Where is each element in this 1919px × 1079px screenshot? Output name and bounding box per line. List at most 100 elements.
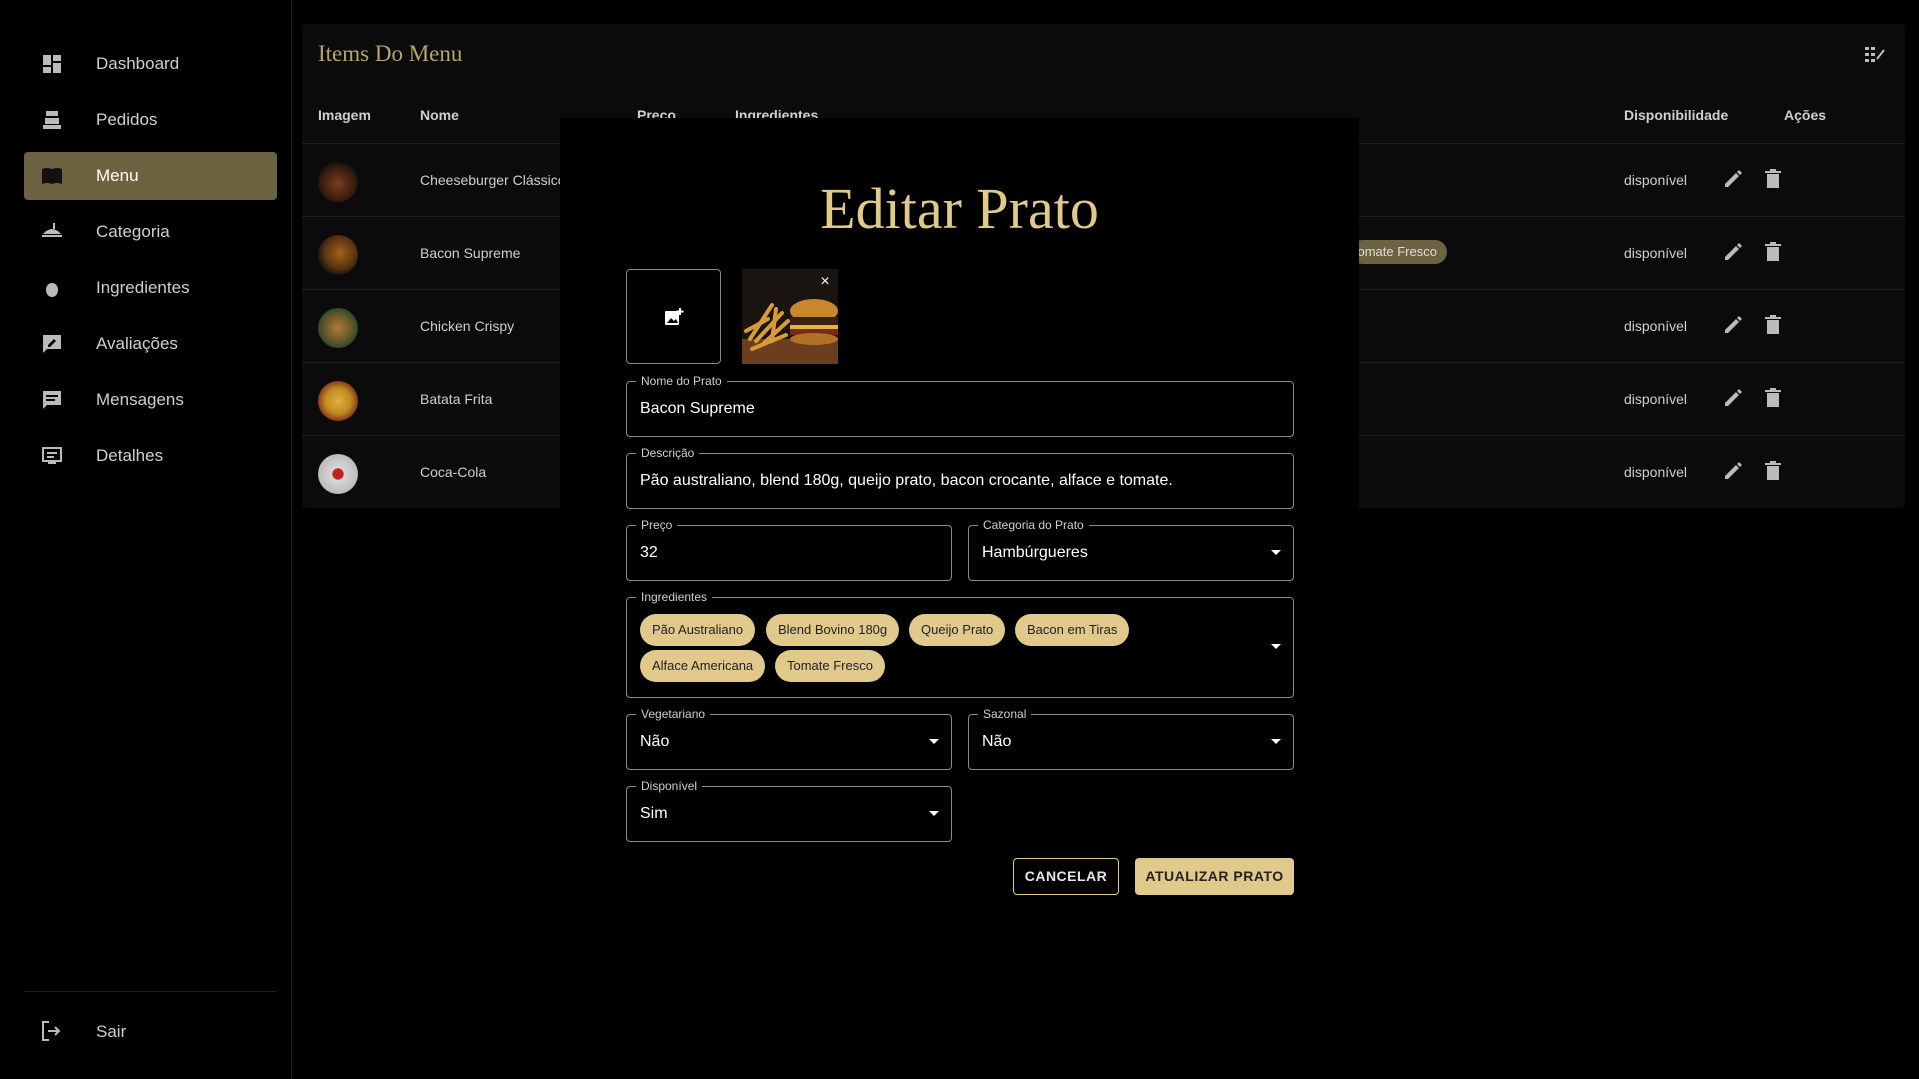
column-header-name[interactable]: Nome <box>420 107 459 123</box>
seasonal-select[interactable]: Sazonal Não <box>968 707 1294 770</box>
sidebar-item-label: Pedidos <box>96 110 158 129</box>
edit-icon[interactable] <box>1722 241 1746 265</box>
sidebar-item-mensagens[interactable]: Mensagens <box>24 376 277 424</box>
category-select[interactable]: Categoria do Prato Hambúrgueres <box>968 518 1294 581</box>
availability-status: disponível <box>1624 318 1688 334</box>
dish-name-field[interactable]: Nome do Prato Bacon Supreme <box>626 374 1294 437</box>
dish-name-label: Nome do Prato <box>636 374 727 388</box>
ingredients-label: Ingredientes <box>636 590 713 604</box>
ingredient-chip[interactable]: Alface Americana <box>640 650 766 682</box>
egg-icon <box>40 276 64 300</box>
dish-name: Chicken Crispy <box>420 318 515 334</box>
available-label: Disponível <box>636 779 703 793</box>
chevron-down-icon <box>1271 739 1281 744</box>
category-value: Hambúrgueres <box>982 544 1088 561</box>
menu-book-icon <box>40 164 64 188</box>
ingredient-chip: Tomate Fresco <box>1351 240 1447 264</box>
sidebar-item-label: Ingredientes <box>96 278 190 297</box>
dish-name: Bacon Supreme <box>420 245 521 261</box>
dish-thumbnail <box>318 162 358 202</box>
edit-icon[interactable] <box>1722 387 1746 411</box>
dialog-title: Editar Prato <box>820 176 1099 241</box>
delete-icon[interactable] <box>1762 314 1786 338</box>
price-label: Preço <box>636 518 678 532</box>
available-select[interactable]: Disponível Sim <box>626 779 952 842</box>
description-value: Pão australiano, blend 180g, queijo prat… <box>640 472 1173 489</box>
cancel-button[interactable]: CANCELAR <box>1013 858 1119 895</box>
edit-icon[interactable] <box>1722 460 1746 484</box>
dashboard-icon <box>40 52 64 76</box>
ingredients-select[interactable]: Ingredientes <box>626 590 1294 698</box>
logout-label: Sair <box>96 1022 127 1041</box>
ingredient-chip[interactable]: Bacon em Tiras <box>1015 614 1130 646</box>
edit-icon[interactable] <box>1722 168 1746 192</box>
availability-status: disponível <box>1624 391 1688 407</box>
sidebar-divider <box>24 991 277 992</box>
edit-icon[interactable] <box>1722 314 1746 338</box>
ingredient-chip[interactable]: Tomate Fresco <box>775 650 885 682</box>
details-icon <box>40 444 64 468</box>
update-dish-button[interactable]: ATUALIZAR PRATO <box>1135 858 1294 895</box>
chevron-down-icon <box>1271 644 1281 649</box>
delete-icon[interactable] <box>1762 387 1786 411</box>
dining-icon <box>40 220 64 244</box>
delete-icon[interactable] <box>1762 241 1786 265</box>
density-icon[interactable] <box>1865 46 1889 70</box>
sidebar-item-pedidos[interactable]: Pedidos <box>24 96 277 144</box>
column-header-actions: Ações <box>1784 107 1827 123</box>
chevron-down-icon <box>1271 550 1281 555</box>
sidebar-item-categoria[interactable]: Categoria <box>24 208 277 256</box>
price-value: 32 <box>640 544 658 561</box>
vegetarian-value: Não <box>640 733 670 750</box>
dish-thumbnail <box>318 235 358 275</box>
image-upload-button[interactable] <box>626 269 721 364</box>
column-header-image[interactable]: Imagem <box>318 107 371 123</box>
sidebar-item-avaliacoes[interactable]: Avaliações <box>24 320 277 368</box>
availability-status: disponível <box>1624 464 1688 480</box>
sidebar-item-label: Detalhes <box>96 446 164 465</box>
dish-name: Batata Frita <box>420 391 493 407</box>
dish-name: Coca-Cola <box>420 464 487 480</box>
logout-button[interactable]: Sair <box>24 1008 277 1056</box>
availability-status: disponível <box>1624 172 1688 188</box>
register-icon <box>40 108 64 132</box>
dish-name: Cheeseburger Clássico <box>420 172 566 188</box>
description-label: Descrição <box>636 446 700 460</box>
chevron-down-icon <box>929 739 939 744</box>
delete-icon[interactable] <box>1762 460 1786 484</box>
sidebar-item-label: Categoria <box>96 222 170 241</box>
description-field[interactable]: Descrição Pão australiano, blend 180g, q… <box>626 446 1294 509</box>
dish-thumbnail <box>318 308 358 348</box>
vegetarian-select[interactable]: Vegetariano Não <box>626 707 952 770</box>
rate-review-icon <box>40 332 64 356</box>
sidebar-item-detalhes[interactable]: Detalhes <box>24 432 277 480</box>
chat-icon <box>40 388 64 412</box>
page-title: Items Do Menu <box>318 41 463 66</box>
sidebar: Dashboard Pedidos Menu Categoria Ingredi… <box>0 0 292 1079</box>
ingredient-chip[interactable]: Pão Australiano <box>640 614 756 646</box>
category-label: Categoria do Prato <box>978 518 1089 532</box>
dish-thumbnail <box>318 381 358 421</box>
delete-icon[interactable] <box>1762 168 1786 192</box>
vegetarian-label: Vegetariano <box>636 707 711 721</box>
sidebar-item-ingredientes[interactable]: Ingredientes <box>24 264 277 312</box>
chevron-down-icon <box>929 811 939 816</box>
sidebar-item-menu[interactable]: Menu <box>24 152 277 200</box>
sidebar-item-label: Dashboard <box>96 54 180 73</box>
dish-name-value: Bacon Supreme <box>640 400 755 417</box>
availability-status: disponível <box>1624 245 1688 261</box>
ingredient-chip[interactable]: Queijo Prato <box>909 614 1006 646</box>
sidebar-item-label: Avaliações <box>96 334 178 353</box>
sidebar-item-label: Mensagens <box>96 390 184 409</box>
add-photo-icon <box>664 307 683 325</box>
dish-thumbnail <box>318 454 358 494</box>
ingredient-chip[interactable]: Blend Bovino 180g <box>766 614 900 646</box>
sidebar-item-dashboard[interactable]: Dashboard <box>24 40 277 88</box>
remove-image-button[interactable]: × <box>816 273 834 291</box>
seasonal-value: Não <box>982 733 1012 750</box>
logout-icon <box>40 1020 64 1044</box>
price-field[interactable]: Preço 32 <box>626 518 952 581</box>
column-header-availability[interactable]: Disponibilidade <box>1624 107 1728 123</box>
sidebar-item-label: Menu <box>96 166 139 185</box>
seasonal-label: Sazonal <box>978 707 1032 721</box>
